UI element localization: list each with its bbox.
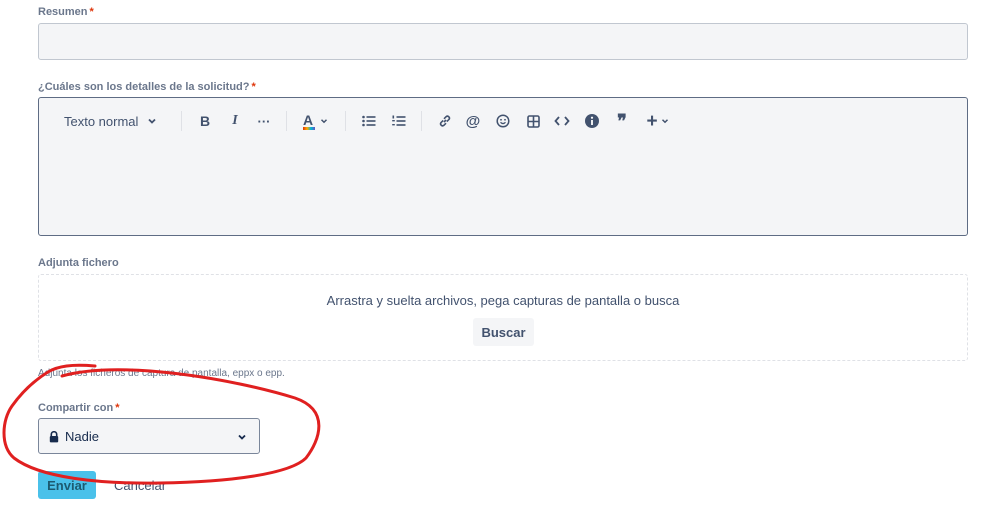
info-panel-button[interactable] (582, 110, 602, 132)
share-selected-value: Nadie (65, 429, 99, 444)
required-mark: * (115, 402, 120, 414)
numbered-list-button[interactable] (389, 110, 409, 132)
quote-button[interactable]: ❞ (611, 110, 633, 132)
mention-icon: @ (465, 112, 481, 130)
text-color-letter: A (303, 112, 314, 128)
share-select[interactable]: Nadie (38, 418, 260, 454)
browse-button[interactable]: Buscar (473, 318, 534, 346)
toolbar-divider (421, 111, 422, 131)
required-mark: * (89, 6, 94, 18)
insert-button[interactable]: + (643, 110, 673, 132)
numbered-list-icon (392, 115, 406, 126)
more-formatting-button[interactable]: ··· (253, 110, 275, 132)
required-mark: * (251, 81, 256, 93)
details-editor[interactable]: Texto normal B I ··· A @ ❞ + (38, 97, 968, 236)
link-button[interactable] (435, 110, 455, 132)
toolbar-divider (345, 111, 346, 131)
lock-icon (49, 431, 59, 443)
summary-label-text: Resumen (38, 6, 88, 18)
bullet-list-button[interactable] (359, 110, 379, 132)
table-button[interactable] (523, 110, 543, 132)
text-color-icon: A (303, 112, 315, 130)
submit-button[interactable]: Enviar (38, 471, 96, 499)
mention-button[interactable]: @ (463, 110, 483, 132)
attachment-label: Adjunta fichero (38, 257, 119, 269)
emoji-button[interactable] (493, 110, 513, 132)
bullet-list-icon (362, 115, 376, 127)
text-color-button[interactable]: A (301, 110, 331, 132)
code-button[interactable] (552, 110, 572, 132)
color-swatch (303, 127, 315, 130)
chevron-down-icon (661, 119, 668, 124)
link-icon (439, 115, 451, 127)
attachment-dropzone[interactable]: Arrastra y suelta archivos, pega captura… (38, 274, 968, 361)
details-label: ¿Cuáles son los detalles de la solicitud… (38, 81, 256, 93)
toolbar-divider (286, 111, 287, 131)
bold-button[interactable]: B (195, 110, 215, 132)
table-icon (526, 114, 540, 128)
summary-label: Resumen * (38, 6, 94, 18)
emoji-icon (496, 114, 510, 128)
toolbar-divider (181, 111, 182, 131)
info-icon (585, 114, 599, 128)
summary-input[interactable] (38, 23, 968, 60)
share-label-text: Compartir con (38, 402, 114, 414)
text-style-label: Texto normal (64, 113, 139, 129)
dropzone-text: Arrastra y suelta archivos, pega captura… (326, 293, 680, 308)
attachment-hint: Adjunta los ficheros de captura de panta… (38, 368, 285, 379)
chevron-down-icon (320, 119, 328, 124)
chevron-down-icon (238, 434, 246, 440)
plus-icon: + (646, 110, 658, 132)
details-label-text: ¿Cuáles son los detalles de la solicitud… (38, 81, 250, 93)
cancel-button[interactable]: Cancelar (114, 471, 166, 499)
share-label: Compartir con * (38, 402, 119, 414)
chevron-down-icon (148, 118, 157, 124)
text-style-dropdown[interactable]: Texto normal (64, 110, 164, 132)
italic-button[interactable]: I (225, 110, 245, 132)
quote-icon: ❞ (617, 110, 627, 131)
code-icon (554, 116, 570, 126)
